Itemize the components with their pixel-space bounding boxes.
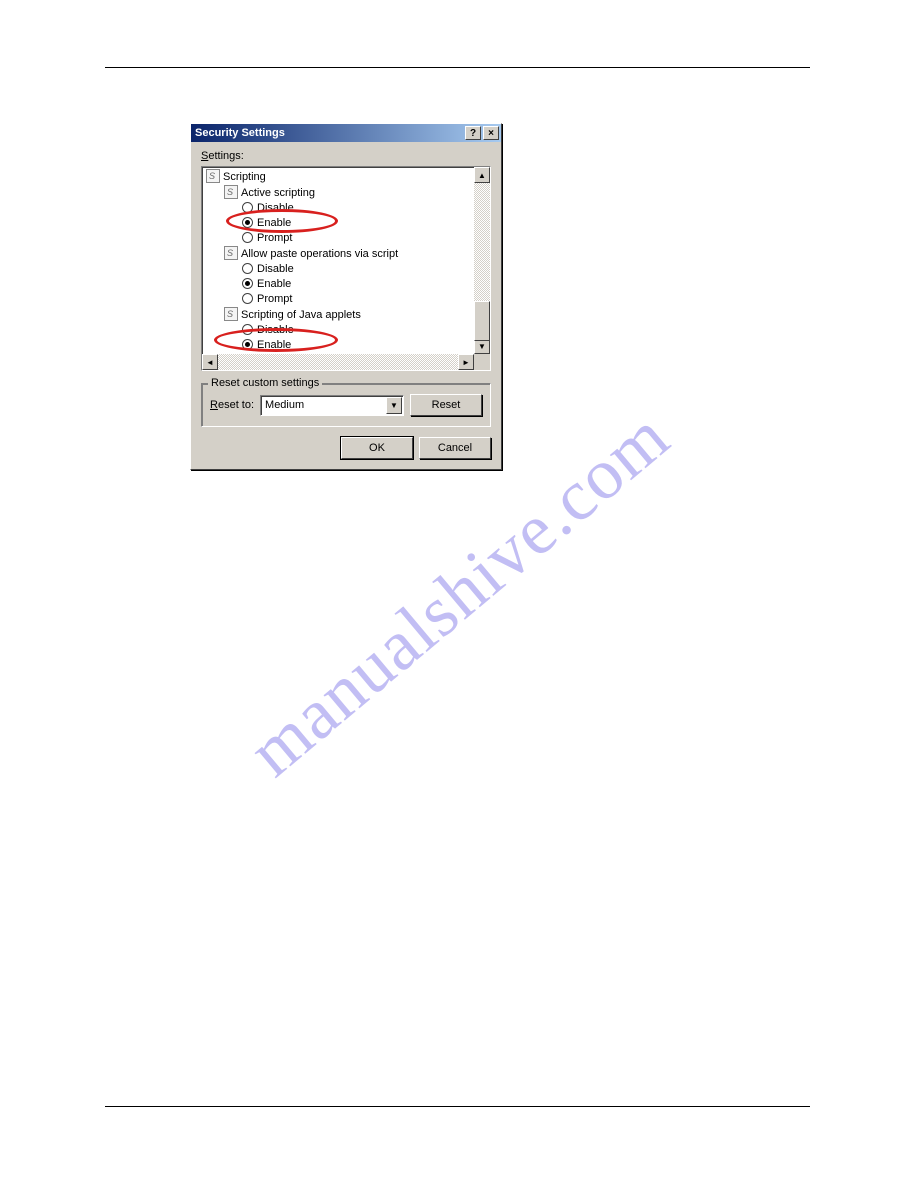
titlebar-title: Security Settings <box>195 127 463 139</box>
horizontal-scrollbar[interactable]: ◄ ► <box>202 354 474 370</box>
tree-scripting: Scripting <box>206 169 490 185</box>
radio-label: Prompt <box>257 293 292 305</box>
tree-allow-paste: Allow paste operations via script <box>206 246 490 262</box>
chevron-down-icon[interactable]: ▼ <box>386 397 402 414</box>
scroll-left-button[interactable]: ◄ <box>202 354 218 370</box>
combo-value: Medium <box>265 399 304 411</box>
reset-label-accel: R <box>210 399 218 411</box>
tree-scripting-label: Scripting <box>223 171 266 183</box>
radio-label: Disable <box>257 263 294 275</box>
radio-icon <box>242 263 253 274</box>
radio-icon <box>242 339 253 350</box>
radio-option[interactable]: Disable <box>206 201 490 216</box>
script-icon <box>206 169 220 183</box>
radio-option[interactable]: Enable <box>206 338 490 353</box>
radio-icon <box>242 202 253 213</box>
radio-label: Enable <box>257 217 291 229</box>
tree-group-label: Allow paste operations via script <box>241 248 398 260</box>
cancel-button[interactable]: Cancel <box>419 437 491 459</box>
radio-icon <box>242 278 253 289</box>
radio-label: Enable <box>257 278 291 290</box>
help-button[interactable]: ? <box>465 126 481 140</box>
radio-icon <box>242 232 253 243</box>
page-rule-top <box>105 67 810 68</box>
reset-label-rest: eset to: <box>218 399 254 411</box>
radio-icon <box>242 217 253 228</box>
tree-group-label: Active scripting <box>241 187 315 199</box>
settings-tree: Scripting Active scripting Disable Enabl… <box>201 166 491 371</box>
scroll-corner <box>474 354 490 370</box>
radio-icon <box>242 324 253 335</box>
radio-option[interactable]: Enable <box>206 216 490 231</box>
reset-legend: Reset custom settings <box>208 377 322 389</box>
scroll-up-button[interactable]: ▲ <box>474 167 490 183</box>
ok-button[interactable]: OK <box>341 437 413 459</box>
settings-label-rest: ettings: <box>208 150 243 162</box>
reset-custom-settings-group: Reset custom settings Reset to: Medium ▼… <box>201 383 491 427</box>
radio-label: Enable <box>257 339 291 351</box>
radio-option[interactable]: Enable <box>206 277 490 292</box>
script-icon <box>224 185 238 199</box>
tree-active-scripting: Active scripting <box>206 185 490 201</box>
close-button[interactable]: × <box>483 126 499 140</box>
scroll-track[interactable] <box>474 183 490 338</box>
titlebar[interactable]: Security Settings ? × <box>191 124 501 142</box>
radio-option[interactable]: Prompt <box>206 292 490 307</box>
dialog-body: Settings: Scripting Active scripting Dis… <box>191 142 501 469</box>
script-icon <box>224 246 238 260</box>
settings-label: Settings: <box>201 150 491 162</box>
radio-label: Prompt <box>257 232 292 244</box>
reset-to-combo[interactable]: Medium ▼ <box>260 395 404 416</box>
security-settings-dialog: Security Settings ? × Settings: Scriptin… <box>190 123 502 470</box>
tree-group-label: Scripting of Java applets <box>241 309 361 321</box>
script-icon <box>224 307 238 321</box>
tree-java-applets: Scripting of Java applets <box>206 307 490 323</box>
scroll-right-button[interactable]: ► <box>458 354 474 370</box>
radio-label: Disable <box>257 324 294 336</box>
vertical-scrollbar[interactable]: ▲ ▼ <box>474 167 490 354</box>
radio-option[interactable]: Prompt <box>206 231 490 246</box>
reset-to-label: Reset to: <box>210 399 254 411</box>
reset-button[interactable]: Reset <box>410 394 482 416</box>
radio-option[interactable]: Disable <box>206 262 490 277</box>
scroll-thumb[interactable] <box>474 301 490 341</box>
dialog-button-row: OK Cancel <box>201 437 491 459</box>
radio-option[interactable]: Disable <box>206 323 490 338</box>
radio-icon <box>242 293 253 304</box>
radio-label: Disable <box>257 202 294 214</box>
hscroll-track[interactable] <box>218 354 458 370</box>
tree-content: Scripting Active scripting Disable Enabl… <box>202 167 490 371</box>
page-rule-bottom <box>105 1106 810 1107</box>
